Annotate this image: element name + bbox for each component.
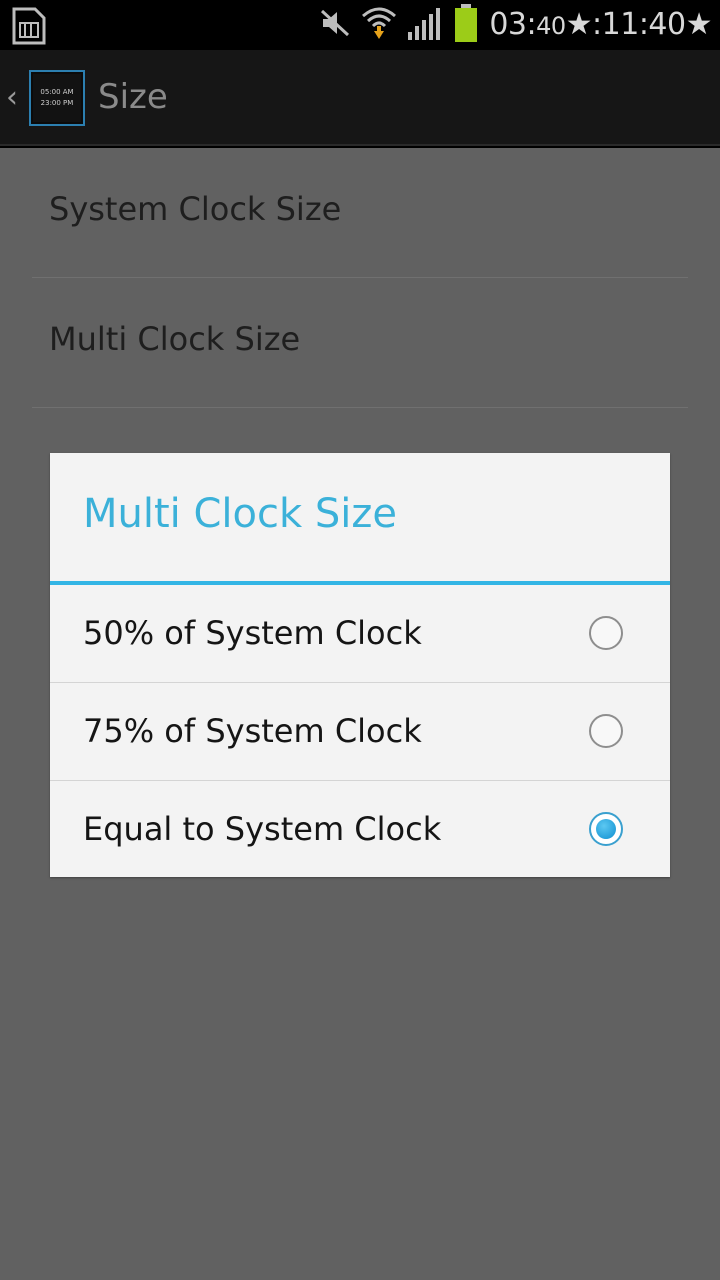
sim-card-icon	[11, 6, 47, 50]
page-title: Size	[98, 77, 168, 117]
option-equal[interactable]: Equal to System Clock	[50, 781, 670, 879]
clock-text: 03:40★:11:40★	[489, 6, 712, 42]
option-label: Equal to System Clock	[83, 810, 442, 848]
radio-button-checked[interactable]	[589, 812, 623, 846]
wifi-icon	[361, 4, 397, 46]
list-item-system-clock-size[interactable]: System Clock Size	[32, 148, 688, 278]
signal-icon	[407, 6, 443, 44]
back-chevron-icon[interactable]: ‹	[6, 80, 18, 115]
option-75-percent[interactable]: 75% of System Clock	[50, 683, 670, 781]
app-icon-line-1: 05:00 AM	[40, 88, 74, 96]
option-label: 75% of System Clock	[83, 712, 422, 750]
list-item-label: System Clock Size	[49, 190, 342, 228]
list-item-label: Multi Clock Size	[49, 320, 301, 358]
list-item-multi-clock-size[interactable]: Multi Clock Size	[32, 278, 688, 408]
battery-icon	[453, 4, 479, 46]
multi-clock-size-dialog: Multi Clock Size 50% of System Clock 75%…	[50, 453, 670, 877]
option-50-percent[interactable]: 50% of System Clock	[50, 585, 670, 683]
app-icon-line-2: 23:00 PM	[40, 99, 74, 107]
option-label: 50% of System Clock	[83, 614, 422, 652]
mute-icon	[319, 8, 351, 42]
status-bar: 03:40★:11:40★	[0, 0, 720, 50]
radio-button-unchecked[interactable]	[589, 616, 623, 650]
action-bar: ‹ 05:00 AM 23:00 PM Size	[0, 50, 720, 146]
dialog-title: Multi Clock Size	[83, 491, 397, 537]
app-icon[interactable]: 05:00 AM 23:00 PM	[29, 70, 85, 126]
radio-button-unchecked[interactable]	[589, 714, 623, 748]
